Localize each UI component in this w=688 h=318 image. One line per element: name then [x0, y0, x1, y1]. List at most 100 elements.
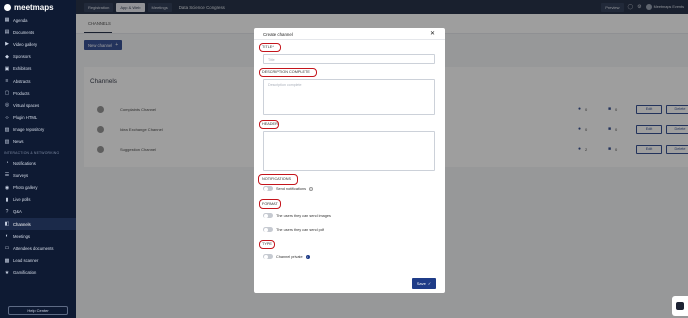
- sidebar-item-label: Agenda: [13, 17, 28, 23]
- sidebar-item-attendees-documents[interactable]: ▭ Attendees documents: [0, 242, 76, 254]
- sidebar-item-label: Gamification: [13, 270, 37, 276]
- send-pdf-toggle[interactable]: [263, 227, 273, 232]
- create-channel-modal: Create channel ✕ TITLE* Title DESCRIPTIO…: [254, 28, 445, 293]
- send-notifications-toggle[interactable]: [263, 186, 273, 191]
- sidebar-item-live-polls[interactable]: ▮ Live polls: [0, 194, 76, 206]
- sidebar-item-agenda[interactable]: ▦ Agenda: [0, 14, 76, 26]
- sidebar-item-sponsors[interactable]: ◆ Sponsors: [0, 51, 76, 63]
- sidebar-item-label: Sponsors: [13, 54, 31, 60]
- sidebar-item-label: News: [13, 139, 24, 145]
- channel-private-label: Channel private: [276, 254, 303, 259]
- folder-icon: ▭: [4, 245, 10, 252]
- chat-widget-button[interactable]: [672, 296, 688, 316]
- sidebar-item-label: Video gallery: [13, 41, 38, 47]
- chat-icon: ◧: [4, 221, 10, 228]
- sidebar-item-label: Meetings: [13, 233, 30, 239]
- sidebar-item-products[interactable]: ▢ Products: [0, 87, 76, 99]
- send-notifications-label: Send notifications: [276, 186, 306, 191]
- sidebar-item-news[interactable]: ▥ News: [0, 136, 76, 148]
- sidebar-item-label: Live polls: [13, 197, 31, 203]
- description-textarea[interactable]: Description complete: [263, 79, 435, 115]
- header-upload-area[interactable]: [263, 131, 435, 171]
- sidebar-item-label: Channels: [13, 221, 31, 227]
- sidebar-item-channels[interactable]: ◧ Channels: [0, 218, 76, 231]
- info-icon[interactable]: i: [308, 186, 313, 191]
- image-icon: ▨: [4, 126, 10, 133]
- sidebar-item-surveys[interactable]: ☰ Surveys: [0, 169, 76, 181]
- code-icon: ‹›: [5, 114, 9, 121]
- notifications-label: NOTIFICATIONS: [262, 177, 292, 181]
- survey-icon: ☰: [4, 172, 10, 179]
- sidebar-item-abstracts[interactable]: ≡ Abstracts: [0, 75, 76, 87]
- store-icon: ▣: [4, 65, 10, 72]
- close-icon[interactable]: ✕: [430, 30, 435, 37]
- bell-icon: ◔: [5, 160, 9, 167]
- check-icon: ✓: [427, 281, 432, 286]
- sidebar-item-label: Plugin HTML: [13, 115, 38, 121]
- sidebar-item-label: Attendees documents: [13, 245, 54, 251]
- sidebar-item-label: Exhibitors: [13, 66, 32, 72]
- sidebar-item-q-a[interactable]: ? Q&A: [0, 206, 76, 218]
- send-images-label: The users they can send images: [276, 213, 331, 218]
- sidebar-item-virtual-spaces[interactable]: ◎ Virtual spaces: [0, 99, 76, 111]
- sidebar: meetmaps ▦ Agenda ▤ Documents ▶ Video gallery…: [0, 0, 76, 318]
- channel-private-toggle[interactable]: [263, 254, 273, 259]
- save-label: Save: [416, 281, 426, 286]
- calendar-icon: ▦: [4, 17, 10, 24]
- info-icon[interactable]: i: [305, 254, 310, 259]
- trophy-icon: ★: [4, 269, 10, 276]
- sidebar-item-notifications[interactable]: ◔ Notifications: [0, 157, 76, 169]
- send-notifications-row: Send notifications i: [263, 186, 313, 191]
- handshake-icon: ◆: [5, 53, 9, 60]
- space-icon: ◎: [4, 102, 10, 109]
- sidebar-item-meetings[interactable]: ◐ Meetings: [0, 230, 76, 242]
- sidebar-item-label: Products: [13, 90, 30, 96]
- sidebar-item-label: Virtual spaces: [13, 102, 40, 108]
- description-label: DESCRIPTION COMPLETE: [262, 70, 310, 74]
- sidebar-item-gamification[interactable]: ★ Gamification: [0, 267, 76, 279]
- app-logo[interactable]: meetmaps: [0, 0, 76, 14]
- send-pdf-label: The users they can send pdf: [276, 227, 324, 232]
- format-pdf-row: The users they can send pdf: [263, 227, 324, 232]
- qa-icon: ?: [5, 208, 9, 215]
- title-input[interactable]: Title: [263, 54, 435, 64]
- box-icon: ▢: [4, 90, 10, 97]
- send-images-toggle[interactable]: [263, 213, 273, 218]
- sidebar-item-documents[interactable]: ▤ Documents: [0, 26, 76, 38]
- channel-private-row: Channel private i: [263, 254, 310, 259]
- logo-text: meetmaps: [14, 2, 54, 12]
- logo-mark-icon: [4, 3, 11, 11]
- camera-icon: ◉: [4, 184, 10, 191]
- sidebar-item-label: Photo gallery: [13, 185, 38, 191]
- sidebar-item-label: Notifications: [13, 160, 36, 166]
- sidebar-item-label: Image repository: [13, 127, 45, 133]
- title-label: TITLE*: [262, 45, 274, 49]
- sidebar-item-lead-scanner[interactable]: ▩ Lead scanner: [0, 255, 76, 267]
- sidebar-item-video-gallery[interactable]: ▶ Video gallery: [0, 38, 76, 50]
- sidebar-item-label: Abstracts: [13, 78, 31, 84]
- video-icon: ▶: [5, 41, 9, 48]
- description-placeholder: Description complete: [268, 82, 302, 87]
- poll-icon: ▮: [5, 196, 9, 203]
- type-label: TYPE: [262, 242, 272, 246]
- sidebar-item-image-repository[interactable]: ▨ Image repository: [0, 124, 76, 136]
- document-icon: ▤: [4, 29, 10, 36]
- sidebar-item-photo-gallery[interactable]: ◉ Photo gallery: [0, 181, 76, 193]
- sidebar-item-plugin-html[interactable]: ‹› Plugin HTML: [0, 112, 76, 124]
- modal-title: Create channel: [263, 32, 293, 37]
- help-center-button[interactable]: Help Center: [8, 306, 68, 315]
- scanner-icon: ▩: [4, 257, 10, 264]
- save-button[interactable]: Save ✓: [412, 278, 436, 289]
- news-icon: ▥: [4, 138, 10, 145]
- modal-divider: [254, 39, 445, 40]
- sidebar-item-label: Surveys: [13, 172, 29, 178]
- format-images-row: The users they can send images: [263, 213, 331, 218]
- title-placeholder: Title: [268, 57, 275, 62]
- chat-icon: [676, 302, 684, 310]
- sidebar-section-label: INTERACTION & NETWORKING: [4, 150, 60, 155]
- header-label: HEADER: [262, 122, 278, 126]
- sidebar-item-label: Documents: [13, 29, 35, 35]
- format-label: FORMAT: [262, 201, 278, 206]
- sidebar-item-exhibitors[interactable]: ▣ Exhibitors: [0, 63, 76, 75]
- sidebar-item-label: Q&A: [13, 209, 22, 215]
